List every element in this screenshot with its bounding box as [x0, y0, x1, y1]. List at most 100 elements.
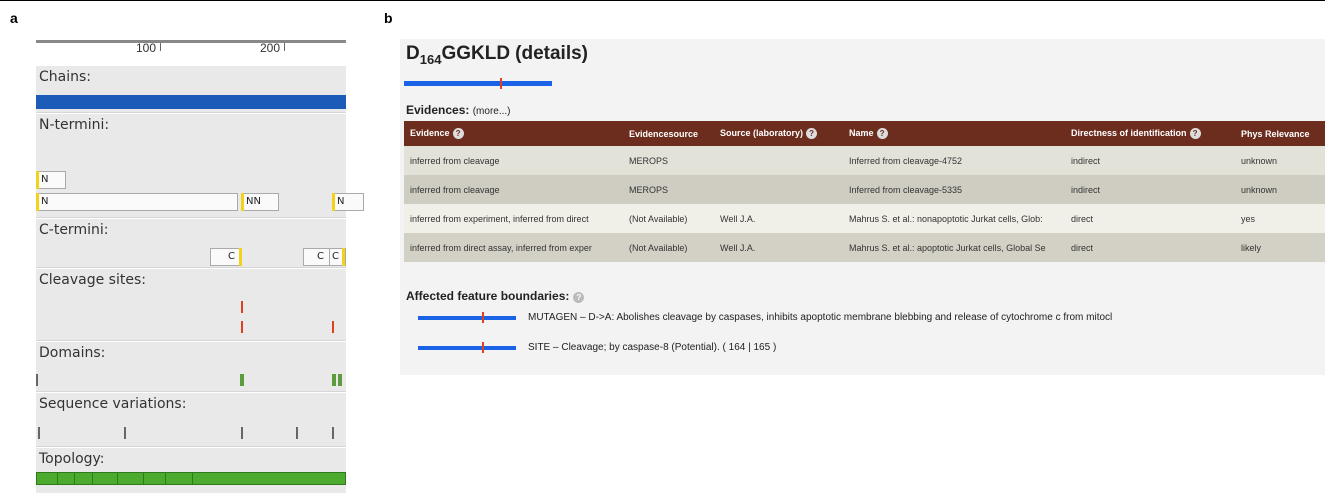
- column-header[interactable]: Phys Relevance: [1235, 121, 1325, 146]
- help-icon[interactable]: ?: [573, 292, 585, 303]
- track-label: N-termini:: [39, 117, 110, 133]
- help-icon[interactable]: ?: [1189, 128, 1201, 140]
- peptide-first-residue: D: [406, 43, 420, 64]
- column-header[interactable]: Name?: [843, 121, 1065, 146]
- table-cell: Well J.A.: [714, 204, 843, 233]
- peptide-sequence: GGKLD: [441, 43, 511, 64]
- evidences-heading-row: Evidences: (more...): [406, 103, 511, 117]
- feature-mutagen[interactable]: MUTAGEN – D->A: Abolishes cleavage by ca…: [528, 312, 1112, 323]
- topology-segment-divider: [74, 473, 75, 484]
- domain-mark[interactable]: [332, 374, 336, 386]
- evidences-heading: Evidences:: [406, 103, 470, 117]
- marker-highlight: [36, 193, 39, 211]
- table-cell: Well J.A.: [714, 233, 843, 262]
- track-chains: Chains:: [36, 66, 346, 113]
- variation-mark[interactable]: [296, 427, 298, 439]
- details-link[interactable]: (details): [515, 43, 588, 64]
- topology-segment-divider: [92, 473, 93, 484]
- table-cell: MEROPS: [623, 146, 714, 175]
- affected-heading: Affected feature boundaries:: [406, 289, 570, 303]
- peptide-position-bar: [404, 81, 552, 86]
- table-cell: yes: [1235, 204, 1325, 233]
- table-cell: Mahrus S. et al.: apoptotic Jurkat cells…: [843, 233, 1065, 262]
- table-cell: direct: [1065, 233, 1235, 262]
- table-row[interactable]: inferred from cleavage MEROPS Inferred f…: [404, 175, 1325, 204]
- feature-site[interactable]: SITE – Cleavage; by caspase-8 (Potential…: [528, 342, 776, 353]
- column-header[interactable]: Directness of identification?: [1065, 121, 1235, 146]
- table-row[interactable]: inferred from direct assay, inferred fro…: [404, 233, 1325, 262]
- n-terminus-marker[interactable]: N: [36, 193, 238, 211]
- table-cell: unknown: [1235, 146, 1325, 175]
- column-header[interactable]: Source (laboratory)?: [714, 121, 843, 146]
- peptide-title: D164GGKLD (details): [406, 43, 588, 67]
- table-cell: unknown: [1235, 175, 1325, 204]
- variation-mark[interactable]: [124, 427, 126, 439]
- marker-highlight: [36, 171, 39, 189]
- n-terminus-marker[interactable]: N: [332, 193, 364, 211]
- track-label: C-termini:: [39, 222, 109, 238]
- n-terminus-marker[interactable]: NN: [241, 193, 279, 211]
- column-header[interactable]: Evidencesource: [623, 121, 714, 146]
- table-row[interactable]: inferred from experiment, inferred from …: [404, 204, 1325, 233]
- table-cell: [714, 175, 843, 204]
- evidence-table: Evidence? Evidencesource Source (laborat…: [404, 121, 1325, 262]
- track-label: Domains:: [39, 345, 106, 361]
- help-icon[interactable]: ?: [876, 128, 888, 140]
- feature-position-bar: [418, 346, 516, 350]
- topology-segment-divider: [143, 473, 144, 484]
- cleavage-site-mark[interactable]: [241, 301, 243, 313]
- table-cell: Inferred from cleavage-5335: [843, 175, 1065, 204]
- table-cell: Mahrus S. et al.: nonapoptotic Jurkat ce…: [843, 204, 1065, 233]
- table-cell: inferred from cleavage: [404, 175, 623, 204]
- track-label: Cleavage sites:: [39, 272, 146, 288]
- table-row[interactable]: inferred from cleavage MEROPS Inferred f…: [404, 146, 1325, 175]
- track-label: Topology:: [39, 451, 105, 467]
- chain-bar[interactable]: [36, 95, 346, 109]
- topology-bar[interactable]: [36, 472, 346, 485]
- track-c-termini: C-termini: C C C: [36, 219, 346, 268]
- ruler-tick: [160, 43, 161, 51]
- variation-mark[interactable]: [241, 427, 243, 439]
- cleavage-site-mark[interactable]: [332, 321, 334, 333]
- marker-highlight: [332, 193, 335, 211]
- topology-segment-divider: [192, 473, 193, 484]
- top-rule: [0, 0, 1325, 1]
- panel-label-b: b: [384, 10, 393, 26]
- table-cell: inferred from direct assay, inferred fro…: [404, 233, 623, 262]
- more-link[interactable]: (more...): [473, 106, 511, 117]
- feature-position-mark: [482, 312, 484, 323]
- feature-position-bar: [418, 316, 516, 320]
- table-cell: indirect: [1065, 146, 1235, 175]
- topology-segment-divider: [57, 473, 58, 484]
- column-header[interactable]: Evidence?: [404, 121, 623, 146]
- marker-highlight: [239, 248, 242, 266]
- figure: a b 100 200 Chains: N-termini: N N NN N …: [0, 0, 1325, 493]
- help-icon[interactable]: ?: [806, 128, 818, 140]
- table-cell: (Not Available): [623, 233, 714, 262]
- table-cell: inferred from cleavage: [404, 146, 623, 175]
- domain-mark[interactable]: [240, 374, 244, 386]
- table-cell: inferred from experiment, inferred from …: [404, 204, 623, 233]
- peptide-position-mark: [500, 78, 502, 89]
- domain-mark[interactable]: [338, 374, 342, 386]
- help-icon[interactable]: ?: [452, 128, 464, 140]
- affected-heading-row: Affected feature boundaries:?: [406, 289, 585, 303]
- track-sequence-variations: Sequence variations:: [36, 393, 346, 447]
- track-topology: Topology:: [36, 448, 346, 493]
- marker-highlight: [241, 193, 244, 211]
- cleavage-site-mark[interactable]: [241, 321, 243, 333]
- variation-mark[interactable]: [332, 427, 334, 439]
- marker-highlight: [342, 248, 345, 266]
- feature-position-mark: [482, 342, 484, 353]
- track-domains: Domains:: [36, 342, 346, 392]
- n-terminus-marker[interactable]: N: [36, 171, 66, 189]
- table-cell: MEROPS: [623, 175, 714, 204]
- topology-segment-divider: [165, 473, 166, 484]
- ruler-tick: [284, 43, 285, 51]
- domain-mark[interactable]: [36, 374, 38, 386]
- c-terminus-marker[interactable]: C: [303, 248, 331, 266]
- variation-mark[interactable]: [38, 427, 40, 439]
- ruler-tick-label: 200: [260, 41, 281, 55]
- c-terminus-marker[interactable]: C: [210, 248, 242, 266]
- ruler-tick-label: 100: [136, 41, 157, 55]
